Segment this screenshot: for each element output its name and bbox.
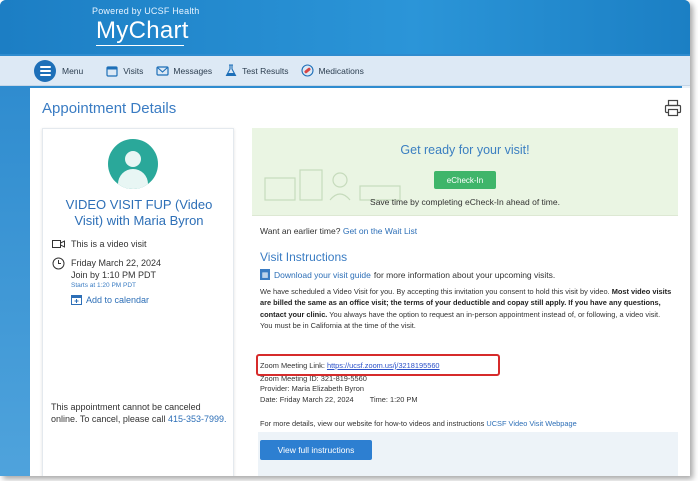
page-title: Appointment Details (42, 100, 177, 117)
zoom-link-row: Zoom Meeting Link: https://ucsf.zoom.us/… (260, 361, 440, 370)
provider-avatar (108, 139, 158, 189)
banner-title: Get ready for your visit! (400, 143, 530, 157)
banner-subtitle: Save time by completing eCheck-In ahead … (370, 197, 560, 207)
video-visit-label: This is a video visit (71, 239, 147, 249)
print-icon[interactable] (664, 99, 682, 121)
zoom-meeting-link[interactable]: https://ucsf.zoom.us/j/3218195560 (327, 361, 440, 370)
guide-suffix: for more information about your upcoming… (373, 269, 556, 280)
view-full-instructions-button[interactable]: View full instructions (260, 440, 372, 460)
flask-icon (224, 64, 238, 78)
app-header: Powered by UCSF Health MyChart (0, 0, 690, 54)
visit-instructions-heading: Visit Instructions (260, 250, 348, 264)
nav-visits[interactable]: Visits (105, 64, 143, 78)
date-time-line: Date: Friday March 22, 2024 Time: 1:20 P… (260, 395, 418, 404)
envelope-icon (155, 64, 169, 78)
date-line: Date: Friday March 22, 2024 (260, 395, 354, 404)
more-details-row: For more details, view our website for h… (260, 419, 577, 428)
main-content: Appointment Details VIDEO VISIT FUP (Vid… (30, 88, 690, 476)
starts-at-time: Starts at 1:20 PM PDT (71, 282, 137, 289)
mychart-window: Powered by UCSF Health MyChart Menu Visi… (0, 0, 690, 476)
join-by-time: Join by 1:10 PM PDT (71, 270, 157, 280)
provider-line: Provider: Maria Elizabeth Byron (260, 384, 364, 393)
calendar-add-icon (71, 294, 82, 305)
calendar-icon (105, 64, 119, 78)
logo-underline (96, 45, 184, 46)
nav-messages-label: Messages (173, 65, 213, 76)
instructions-text-1: We have scheduled a Video Visit for you.… (260, 287, 610, 296)
visit-details-panel: Want an earlier time? Get on the Wait Li… (252, 216, 678, 476)
instructions-footer: View full instructions (258, 432, 678, 476)
menu-label: Menu (62, 65, 84, 76)
add-to-calendar-label: Add to calendar (86, 294, 150, 305)
video-camera-icon (51, 239, 65, 249)
zoom-link-label: Zoom Meeting Link: (260, 361, 325, 370)
powered-by-text: Powered by UCSF Health (92, 6, 200, 16)
video-visit-webpage-link[interactable]: UCSF Video Visit Webpage (486, 419, 576, 428)
instructions-paragraph: We have scheduled a Video Visit for you.… (260, 286, 672, 332)
nav-medications[interactable]: Medications (300, 64, 364, 78)
nav-visits-label: Visits (123, 65, 144, 76)
video-visit-row: This is a video visit (51, 239, 147, 249)
nav-test-results[interactable]: Test Results (224, 64, 288, 78)
zoom-meeting-id: Zoom Meeting ID: 321-819-5560 (260, 374, 367, 383)
wait-list-row: Want an earlier time? Get on the Wait Li… (260, 226, 417, 236)
top-nav-bar: Menu Visits Messages Test Results Medica… (0, 56, 690, 86)
date-time-row: Friday March 22, 2024 Join by 1:10 PM PD… (51, 257, 161, 305)
wait-list-link[interactable]: Get on the Wait List (343, 226, 417, 236)
hamburger-menu-icon[interactable] (34, 60, 56, 82)
cancel-note: This appointment cannot be canceled onli… (51, 401, 229, 425)
nav-messages[interactable]: Messages (155, 64, 212, 78)
pill-icon (300, 64, 314, 78)
wait-list-prefix: Want an earlier time? (260, 226, 341, 236)
background-strip (0, 86, 30, 476)
more-details-text: For more details, view our website for h… (260, 419, 485, 428)
nav-menu[interactable]: Menu (62, 66, 83, 76)
download-guide-link[interactable]: Download your visit guide (274, 270, 371, 280)
appointment-date: Friday March 22, 2024 (71, 258, 162, 268)
clock-icon (51, 257, 65, 305)
appointment-title: VIDEO VISIT FUP (Video Visit) with Maria… (65, 197, 213, 228)
time-line: Time: 1:20 PM (369, 395, 418, 404)
document-icon: ▦ (260, 269, 270, 280)
echeckin-banner: Get ready for your visit! eCheck-In Save… (252, 128, 678, 216)
mychart-logo[interactable]: MyChart (96, 17, 189, 45)
nav-medications-label: Medications (318, 65, 364, 76)
appointment-summary-card: VIDEO VISIT FUP (Video Visit) with Maria… (42, 128, 234, 476)
echeckin-button[interactable]: eCheck-In (434, 171, 496, 189)
visit-guide-row: ▦ Download your visit guide for more inf… (260, 269, 555, 280)
nav-test-results-label: Test Results (242, 65, 289, 76)
cancel-phone-link[interactable]: 415-353-7999. (168, 414, 227, 424)
add-to-calendar-link[interactable]: Add to calendar (71, 294, 161, 305)
